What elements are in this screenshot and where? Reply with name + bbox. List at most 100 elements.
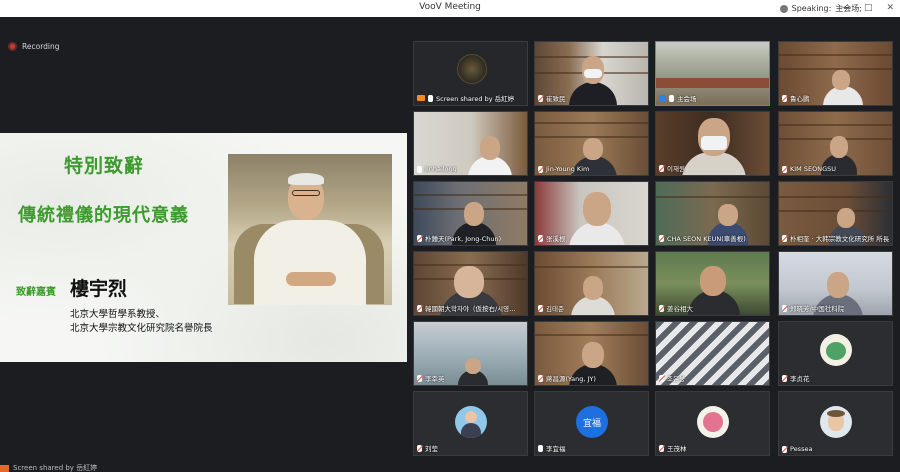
mic-icon [428,94,433,102]
speaker-photo [228,154,392,305]
mic-muted-icon [659,234,664,242]
slide-title-line1: 特別致辭 [64,155,145,177]
participant-name: Jinhailong [425,165,457,173]
participant-tile[interactable]: KIM SEONGSU [778,111,893,176]
person-head [837,208,855,228]
participant-tile[interactable]: 刘莹 [413,391,528,456]
mic-muted-icon [659,444,664,452]
person-head [700,266,726,296]
participant-name: Screen shared by 岳紅婷 [436,95,515,103]
participant-label: 张溪根 [538,233,566,243]
window-title: VooV Meeting [419,2,481,12]
participant-name: Pessea [790,445,813,453]
participant-name: 李贞花 [790,375,810,383]
participant-name: 郑晓芳/中国社科院 [790,305,845,313]
participant-label: Screen shared by 岳紅婷 [417,93,514,103]
participant-label: 王茂林 [659,443,687,453]
face-mask [701,136,727,150]
participant-label: Jinhailong [417,165,457,173]
speaker-name: 樓宇烈 [70,278,128,300]
participant-tile[interactable]: Screen shared by 岳紅婷 [413,41,528,106]
participant-name: 李幸英 [425,375,445,383]
mic-icon [417,165,422,173]
participant-name: 刘莹 [425,445,438,453]
participant-tile[interactable]: 김태준 [534,251,649,316]
mic-muted-icon [782,234,787,242]
participant-label: 朴相奎 · 大韩宗教文化研究所 所長 [782,233,889,243]
bookshelf [779,196,892,198]
speaking-prefix: Speaking: [791,4,832,13]
participant-tile[interactable]: 蔣昌源(Yang, JY) [534,321,649,386]
mic-muted-icon [782,445,787,453]
participant-avatar [697,406,729,438]
person-head [582,342,604,368]
speaker-affiliation-2: 北京大學宗教文化研究院名譽院長 [70,323,213,334]
participant-tile[interactable]: CHA SEON KEUN(車善根) [655,181,770,246]
shared-screen-thumbnail [457,54,487,84]
mic-muted-icon [538,94,543,102]
mic-muted-icon [538,234,543,242]
conference-table [656,78,769,88]
bookshelf [535,266,648,268]
avatar-body-icon [461,423,481,438]
voov-meeting-window: VooV Meeting Speaking: 主会场; — □ ✕ Record… [0,0,900,472]
participant-name: 姜谷相大 [667,305,693,313]
participant-tile[interactable]: 崔致民 [534,41,649,106]
close-icon[interactable]: ✕ [886,3,894,13]
recording-indicator[interactable]: Recording [8,42,60,51]
person-head [464,202,484,226]
face-mask [584,69,602,78]
mic-muted-icon [417,374,422,382]
person-head [583,138,603,160]
participant-name: 조은용 [667,375,685,383]
participant-tile[interactable]: 李贞花 [778,321,893,386]
participant-tile[interactable]: Jin-Young Kim [534,111,649,176]
mic-muted-icon [417,304,422,312]
participant-tile[interactable]: 张溪根 [534,181,649,246]
participant-name: 张溪根 [546,235,566,243]
mic-icon [669,94,674,102]
person-head [465,358,481,374]
participant-avatar: 宜福 [576,406,608,438]
mic-muted-icon [538,165,543,173]
maximize-icon[interactable]: □ [864,3,873,13]
shared-screen-slide: 特別致辭 傳統禮儀的現代意義 致辭嘉賓 樓宇烈 北京大學哲學系教授、 北京大學宗… [0,133,407,362]
participant-name: 鲁心鹏 [790,95,810,103]
participant-tile[interactable]: 韓國朝大학자야（仮按右/시영… [413,251,528,316]
participant-tile[interactable]: 宜福 李宜福 [534,391,649,456]
avatar-figure-icon [826,342,846,360]
person-head [454,266,484,298]
bookshelf [414,194,527,196]
photo-hair [288,173,324,185]
participant-tile[interactable]: 이재원 [655,111,770,176]
participant-tile[interactable]: 조은용 [655,321,770,386]
minimize-icon[interactable]: — [841,3,850,13]
record-icon [8,42,17,51]
bottom-share-text: Screen shared by 岳紅婷 [13,464,98,472]
participant-name: 韓國朝大학자야（仮按右/시영… [425,305,516,313]
avatar-face-icon [465,411,477,423]
person-head [830,136,848,158]
participant-name: 崔致民 [546,95,566,103]
mic-muted-icon [782,165,787,173]
screen-share-icon [417,95,425,101]
participant-tile[interactable]: 王茂林 [655,391,770,456]
participant-tile[interactable]: 鲁心鹏 [778,41,893,106]
bookshelf [779,210,892,212]
bookshelf [779,124,892,126]
participant-tile[interactable]: 主会场 [655,41,770,106]
participant-tile[interactable]: Pessea [778,391,893,456]
title-bar: VooV Meeting Speaking: 主会场; — □ ✕ [0,0,900,17]
mic-muted-icon [538,374,543,382]
participant-name: 이재원 [667,165,685,173]
participant-tile[interactable]: 郑晓芳/中国社科院 [778,251,893,316]
participant-label: 朴鍾天(Park, Jong-Chun) [417,233,501,243]
mic-muted-icon [659,374,664,382]
participant-tile[interactable]: 李幸英 [413,321,528,386]
participant-label: 姜谷相大 [659,303,693,313]
participant-tile[interactable]: Jinhailong [413,111,528,176]
participant-tile[interactable]: 朴鍾天(Park, Jong-Chun) [413,181,528,246]
mic-muted-icon [417,444,422,452]
participant-tile[interactable]: 朴相奎 · 大韩宗教文化研究所 所長 [778,181,893,246]
participant-tile[interactable]: 姜谷相大 [655,251,770,316]
